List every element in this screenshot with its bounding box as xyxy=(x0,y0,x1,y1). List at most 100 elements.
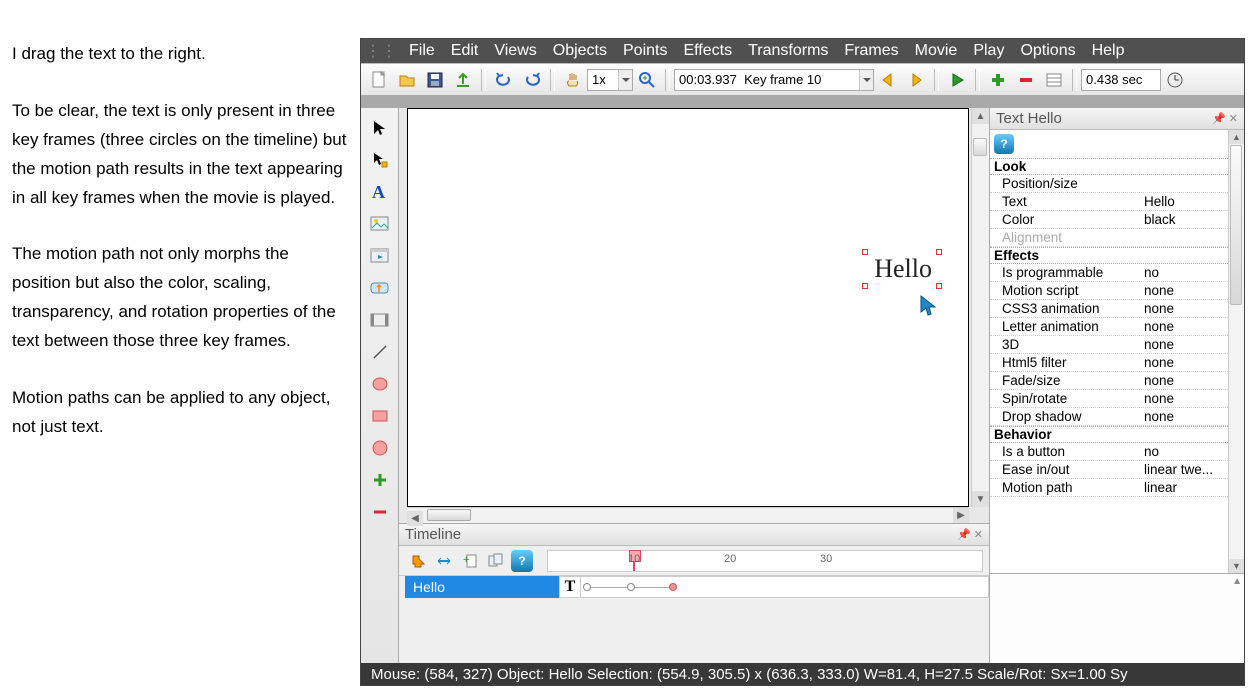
canvas[interactable]: Hello xyxy=(407,108,969,507)
canvas-vscroll[interactable]: ▲ ▼ xyxy=(971,108,989,507)
layers-button[interactable] xyxy=(485,550,507,572)
menu-views[interactable]: Views xyxy=(486,42,544,60)
scroll-down-icon[interactable]: ▼ xyxy=(972,491,989,507)
ruler-tick: 20 xyxy=(724,553,736,565)
menu-effects[interactable]: Effects xyxy=(675,42,740,60)
pan-button[interactable] xyxy=(561,68,585,92)
button-tool[interactable] xyxy=(366,274,394,302)
scroll-down-icon[interactable]: ▼ xyxy=(1229,559,1244,573)
ellipse-tool[interactable] xyxy=(366,370,394,398)
duration-field[interactable]: 0.438 sec xyxy=(1081,69,1161,91)
prop-position[interactable]: Position/size xyxy=(990,175,1228,193)
keyframe-current[interactable] xyxy=(669,583,677,591)
shape-select-tool[interactable] xyxy=(366,146,394,174)
prop-spin-rotate[interactable]: Spin/rotatenone xyxy=(990,390,1228,408)
menu-play[interactable]: Play xyxy=(965,42,1012,60)
timeline-track[interactable]: Hello T xyxy=(399,576,989,598)
prev-frame-button[interactable] xyxy=(876,68,900,92)
track-area[interactable] xyxy=(581,576,989,598)
keyframe[interactable] xyxy=(583,583,591,591)
add-track-button[interactable]: + xyxy=(459,550,481,572)
sprite-tool[interactable] xyxy=(366,306,394,334)
selection-handle[interactable] xyxy=(936,283,942,289)
add-point-tool[interactable] xyxy=(366,466,394,494)
menu-file[interactable]: File xyxy=(401,42,443,60)
app-window: ⋮⋮ File Edit Views Objects Points Effect… xyxy=(360,38,1245,686)
canvas-hscroll[interactable]: ◀ ▶ xyxy=(407,507,969,523)
menu-options[interactable]: Options xyxy=(1012,42,1083,60)
menu-objects[interactable]: Objects xyxy=(545,42,615,60)
panel-pin-icon[interactable]: 📌 ✕ xyxy=(957,528,983,541)
canvas-area[interactable]: Hello ▲ ▼ ◀ ▶ xyxy=(399,96,989,523)
frame-info-combo[interactable]: 00:03.937 Key frame 10 xyxy=(674,69,874,91)
prop-ease[interactable]: Ease in/outlinear twe... xyxy=(990,461,1228,479)
text-tool[interactable]: A xyxy=(366,178,394,206)
prop-text[interactable]: TextHello xyxy=(990,193,1228,211)
scroll-up-icon[interactable]: ▲ xyxy=(1232,576,1242,587)
prop-css3-animation[interactable]: CSS3 animationnone xyxy=(990,300,1228,318)
selection-handle[interactable] xyxy=(936,249,942,255)
prop-fade-size[interactable]: Fade/sizenone xyxy=(990,372,1228,390)
prop-motion-path[interactable]: Motion pathlinear xyxy=(990,479,1228,497)
properties-scroll[interactable]: ▲ ▼ xyxy=(1228,130,1244,573)
zoom-combo[interactable]: 1x xyxy=(587,69,633,91)
undo-button[interactable] xyxy=(492,68,516,92)
prop-is-button[interactable]: Is a buttonno xyxy=(990,443,1228,461)
new-button[interactable] xyxy=(367,68,391,92)
prop-motion-script[interactable]: Motion scriptnone xyxy=(990,282,1228,300)
menu-help[interactable]: Help xyxy=(1084,42,1133,60)
chevron-down-icon[interactable] xyxy=(618,70,632,90)
scroll-thumb[interactable] xyxy=(1230,145,1242,305)
polygon-tool[interactable] xyxy=(366,434,394,462)
next-frame-button[interactable] xyxy=(904,68,928,92)
keyframes-button[interactable] xyxy=(1042,68,1066,92)
help-icon[interactable]: ? xyxy=(994,134,1014,154)
chevron-down-icon[interactable] xyxy=(859,70,873,90)
add-frame-button[interactable] xyxy=(986,68,1010,92)
prop-programmable[interactable]: Is programmableno xyxy=(990,264,1228,282)
menu-transforms[interactable]: Transforms xyxy=(740,42,836,60)
menu-edit[interactable]: Edit xyxy=(443,42,487,60)
image-tool[interactable] xyxy=(366,210,394,238)
timeline-ruler[interactable]: 10 20 30 xyxy=(547,550,983,572)
properties-title: Text Hello xyxy=(996,110,1062,127)
rect-tool[interactable] xyxy=(366,402,394,430)
scroll-thumb[interactable] xyxy=(973,138,987,156)
zoom-in-button[interactable] xyxy=(635,68,659,92)
menubar: ⋮⋮ File Edit Views Objects Points Effect… xyxy=(361,39,1244,63)
remove-point-tool[interactable] xyxy=(366,498,394,526)
selection-handle[interactable] xyxy=(862,249,868,255)
resize-button[interactable] xyxy=(433,550,455,572)
movie-tool[interactable] xyxy=(366,242,394,270)
scroll-left-icon[interactable]: ◀ xyxy=(407,511,423,526)
prop-color[interactable]: Colorblack xyxy=(990,211,1228,229)
canvas-text-hello[interactable]: Hello xyxy=(874,254,932,284)
prop-html5-filter[interactable]: Html5 filternone xyxy=(990,354,1228,372)
menu-movie[interactable]: Movie xyxy=(907,42,966,60)
help-icon[interactable]: ? xyxy=(511,550,533,572)
menu-frames[interactable]: Frames xyxy=(836,42,906,60)
remove-frame-button[interactable] xyxy=(1014,68,1038,92)
redo-button[interactable] xyxy=(520,68,544,92)
prop-drop-shadow[interactable]: Drop shadownone xyxy=(990,408,1228,426)
export-button[interactable] xyxy=(451,68,475,92)
scroll-right-icon[interactable]: ▶ xyxy=(953,508,969,523)
track-label[interactable]: Hello xyxy=(405,576,559,598)
anchor-button[interactable] xyxy=(407,550,429,572)
selection-handle[interactable] xyxy=(862,283,868,289)
clock-icon[interactable] xyxy=(1163,68,1187,92)
play-button[interactable] xyxy=(945,68,969,92)
menu-points[interactable]: Points xyxy=(615,42,675,60)
panel-pin-icon[interactable]: 📌 ✕ xyxy=(1212,112,1238,125)
scroll-thumb[interactable] xyxy=(427,509,471,521)
prop-letter-animation[interactable]: Letter animationnone xyxy=(990,318,1228,336)
scroll-up-icon[interactable]: ▲ xyxy=(972,108,989,124)
prop-3d[interactable]: 3Dnone xyxy=(990,336,1228,354)
scroll-up-icon[interactable]: ▲ xyxy=(1229,130,1244,144)
save-button[interactable] xyxy=(423,68,447,92)
line-tool[interactable] xyxy=(366,338,394,366)
select-tool[interactable] xyxy=(366,114,394,142)
timeline-title: Timeline xyxy=(405,526,461,543)
open-button[interactable] xyxy=(395,68,419,92)
keyframe[interactable] xyxy=(627,583,635,591)
